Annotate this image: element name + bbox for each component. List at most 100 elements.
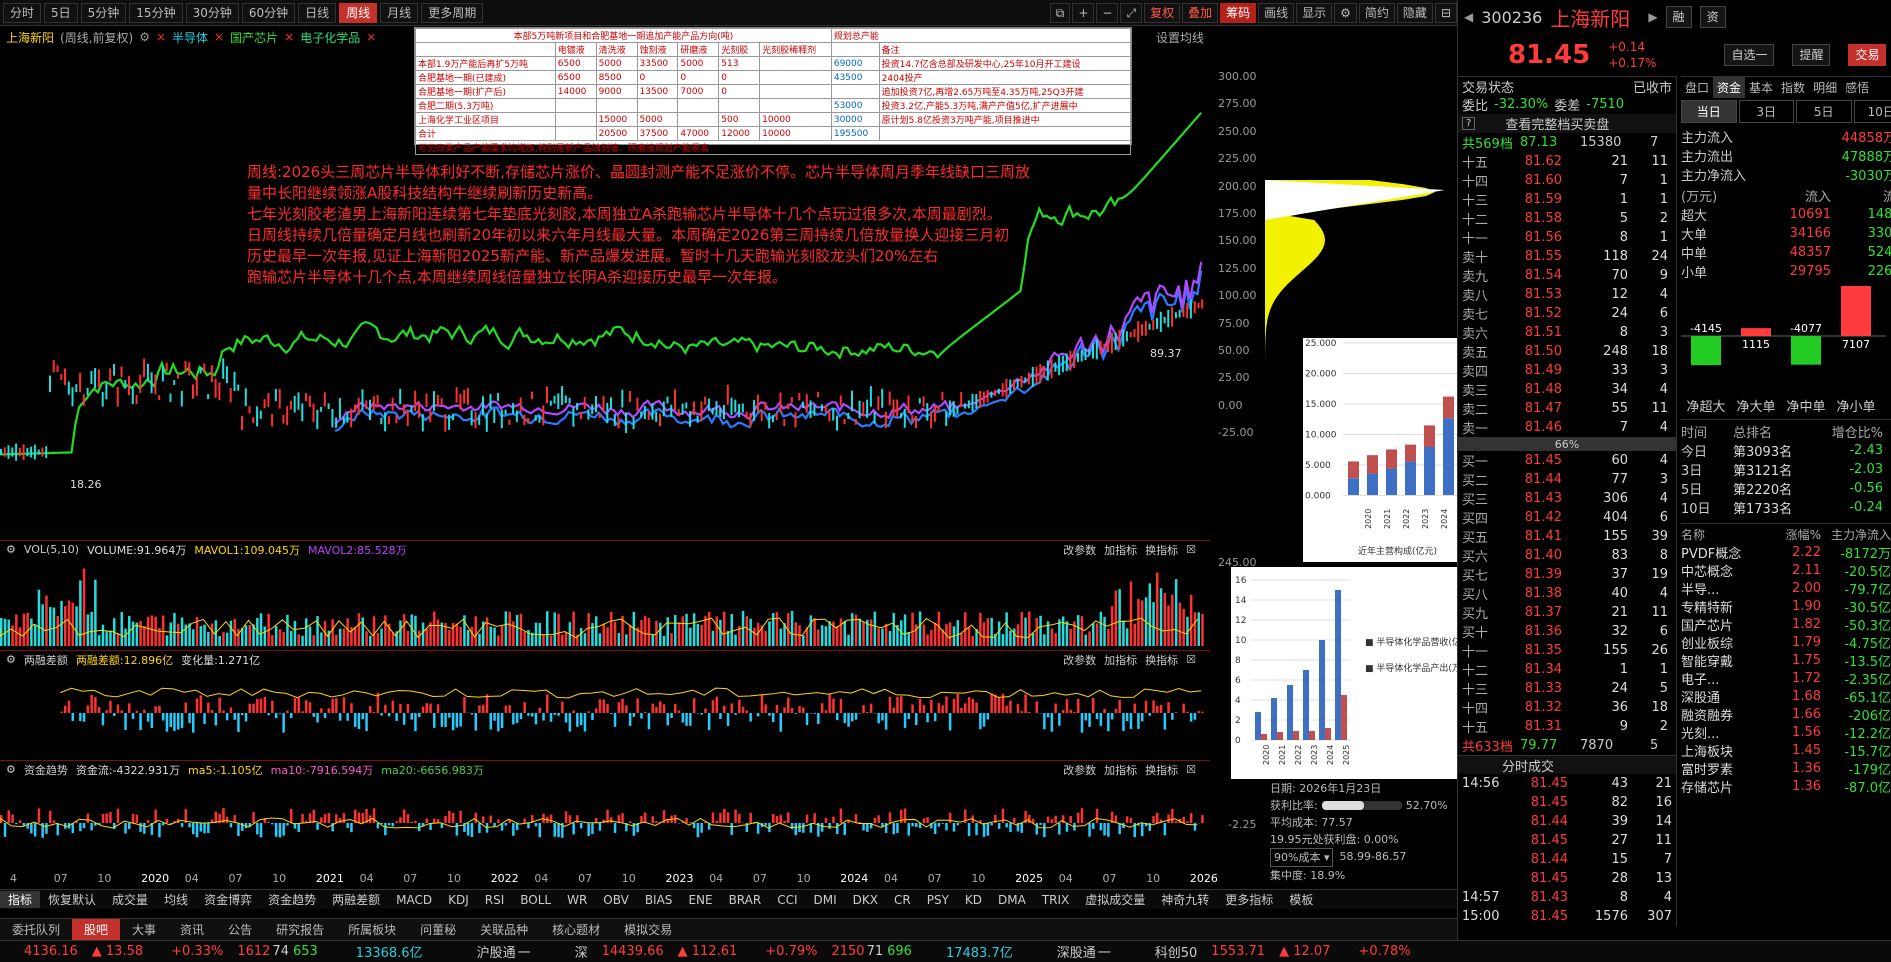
book-row[interactable]: 十五 81.62 21 11 xyxy=(1458,152,1676,171)
panel-btn-params[interactable]: 改参数 xyxy=(1063,542,1096,558)
sector-row[interactable]: 智能穿戴 1.75 -13.5亿 xyxy=(1681,651,1891,670)
indicator-tab[interactable]: KD xyxy=(957,893,990,907)
right-tab[interactable]: 基本 xyxy=(1745,77,1777,98)
period-4[interactable]: 30分钟 xyxy=(185,2,239,23)
sector-row[interactable]: 电子... 1.72 -2.35亿 xyxy=(1681,669,1891,688)
panel-btn-switch[interactable]: 换指标 xyxy=(1145,652,1178,668)
indicator-tab[interactable]: OBV xyxy=(595,893,637,907)
indicator-tab[interactable]: 指标 xyxy=(0,891,41,908)
simple-button[interactable]: 简约 xyxy=(1358,2,1395,23)
draw-button[interactable]: 画线 xyxy=(1258,2,1295,23)
close-icon[interactable]: × xyxy=(156,30,166,44)
bottom-tab[interactable]: 资讯 xyxy=(168,919,216,941)
book-row[interactable]: 十三 81.33 24 5 xyxy=(1458,679,1676,698)
book-row[interactable]: 买三 81.43 306 4 xyxy=(1458,489,1676,508)
period-2[interactable]: 5分钟 xyxy=(80,2,127,23)
indicator-tab[interactable]: CCI xyxy=(769,893,805,907)
day-tab[interactable]: 当日 xyxy=(1681,100,1737,123)
book-row[interactable]: 卖六 81.51 8 3 xyxy=(1458,323,1676,342)
day-tab[interactable]: 10日 xyxy=(1853,100,1891,123)
panel-btn-switch[interactable]: 换指标 xyxy=(1145,542,1178,558)
indicator-tab[interactable]: BOLL xyxy=(512,893,559,907)
right-tab[interactable]: 明细 xyxy=(1809,77,1841,98)
indicator-tab[interactable]: 恢复默认 xyxy=(40,891,104,908)
period-8[interactable]: 月线 xyxy=(380,2,419,23)
vol-settings-icon[interactable]: ⚙ xyxy=(6,543,16,556)
panel-btn-params[interactable]: 改参数 xyxy=(1063,652,1096,668)
book-row[interactable]: 买五 81.41 155 39 xyxy=(1458,527,1676,546)
overlay-button[interactable]: 叠加 xyxy=(1182,2,1219,23)
rz-settings-icon[interactable]: ⚙ xyxy=(6,653,16,666)
collapse-icon[interactable]: ⊟ xyxy=(1434,2,1457,23)
indicator-tab[interactable]: PSY xyxy=(919,893,957,907)
book-row[interactable]: 卖八 81.53 12 4 xyxy=(1458,285,1676,304)
bottom-tab[interactable]: 模拟交易 xyxy=(612,919,684,941)
book-row[interactable]: 买八 81.38 40 4 xyxy=(1458,584,1676,603)
zoom-out-icon[interactable]: − xyxy=(1096,2,1119,23)
next-icon[interactable]: ▶ xyxy=(1648,10,1657,24)
book-row[interactable]: 卖十 81.55 118 24 xyxy=(1458,247,1676,266)
bottom-tab[interactable]: 研究报告 xyxy=(264,919,336,941)
indicator-tab[interactable]: KDJ xyxy=(440,893,477,907)
right-tab[interactable]: 指数 xyxy=(1777,77,1809,98)
book-row[interactable]: 十二 81.58 5 2 xyxy=(1458,209,1676,228)
book-row[interactable]: 卖七 81.52 24 6 xyxy=(1458,304,1676,323)
period-7[interactable]: 周线 xyxy=(339,2,378,23)
prev-icon[interactable]: ◀ xyxy=(1464,10,1473,24)
period-6[interactable]: 日线 xyxy=(298,2,337,23)
close-icon[interactable]: × xyxy=(214,30,224,44)
book-row[interactable]: 十一 81.35 155 26 xyxy=(1458,641,1676,660)
panel-btn-add[interactable]: 加指标 xyxy=(1104,542,1137,558)
full-book-button[interactable]: 查看完整档买卖盘 xyxy=(1505,114,1609,133)
fq-button[interactable]: 复权 xyxy=(1144,2,1181,23)
indicator-tab[interactable]: ENE xyxy=(680,893,720,907)
book-row[interactable]: 十四 81.32 36 18 xyxy=(1458,698,1676,717)
sector-row[interactable]: 国产芯片 1.82 -50.3亿 xyxy=(1681,615,1891,634)
indicator-tab[interactable]: MACD xyxy=(388,893,440,907)
book-row[interactable]: 买二 81.44 77 3 xyxy=(1458,470,1676,489)
indicator-tab[interactable]: BRAR xyxy=(721,893,770,907)
chip-button[interactable]: 筹码 xyxy=(1220,2,1257,23)
indicator-tab[interactable]: 更多指标 xyxy=(1217,891,1281,908)
close-icon[interactable]: × xyxy=(366,30,376,44)
indicator-tab[interactable]: 虚拟成交量 xyxy=(1077,891,1153,908)
chip-select[interactable]: 90%成本 ▾ xyxy=(1270,848,1334,867)
concept-2[interactable]: 国产芯片 xyxy=(230,29,278,46)
zoom-in-icon[interactable]: + xyxy=(1072,2,1095,23)
bottom-tab[interactable]: 委托队列 xyxy=(0,919,72,941)
indicator-tab[interactable]: 资金博弈 xyxy=(196,891,260,908)
period-9[interactable]: 更多周期 xyxy=(421,2,484,23)
book-row[interactable]: 十一 81.56 8 1 xyxy=(1458,228,1676,247)
book-row[interactable]: 卖三 81.48 34 4 xyxy=(1458,380,1676,399)
watchlist-button[interactable]: 自选一 xyxy=(1724,44,1775,66)
sector-row[interactable]: 专精特新 1.90 -30.5亿 xyxy=(1681,597,1891,616)
indicator-tab[interactable]: BIAS xyxy=(637,893,681,907)
indicator-tab[interactable]: TRIX xyxy=(1034,893,1077,907)
indicator-tab[interactable]: DMA xyxy=(990,893,1034,907)
display-button[interactable]: 显示 xyxy=(1296,2,1333,23)
book-row[interactable]: 买四 81.42 404 6 xyxy=(1458,508,1676,527)
book-row[interactable]: 十三 81.59 1 1 xyxy=(1458,190,1676,209)
book-row[interactable]: 十五 81.31 9 2 xyxy=(1458,717,1676,736)
right-tab[interactable]: 盘口 xyxy=(1681,77,1713,98)
gear-icon[interactable]: ⚙ xyxy=(1334,2,1357,23)
indicator-tab[interactable]: 两融差额 xyxy=(324,891,388,908)
bottom-tab[interactable]: 核心题材 xyxy=(540,919,612,941)
book-row[interactable]: 卖九 81.54 70 9 xyxy=(1458,266,1676,285)
settings-icon[interactable]: ⚙ xyxy=(139,30,150,44)
period-1[interactable]: 5日 xyxy=(44,2,78,23)
bottom-tab[interactable]: 大事 xyxy=(120,919,168,941)
close-icon[interactable]: ☒ xyxy=(1186,543,1196,556)
sector-row[interactable]: 富时罗素 1.36 -179亿 xyxy=(1681,759,1891,778)
zj-settings-icon[interactable]: ⚙ xyxy=(6,763,16,776)
indicator-tab[interactable]: DMI xyxy=(806,893,845,907)
sector-row[interactable]: 深股通 1.68 -65.1亿 xyxy=(1681,687,1891,706)
book-row[interactable]: 卖一 81.46 7 4 xyxy=(1458,418,1676,437)
set-ma-button[interactable]: 设置均线 xyxy=(1156,29,1204,46)
period-5[interactable]: 60分钟 xyxy=(241,2,296,23)
sector-row[interactable]: 存储芯片 1.36 -87.0亿 xyxy=(1681,777,1891,796)
panel-btn-switch[interactable]: 换指标 xyxy=(1145,762,1178,778)
panel-btn-params[interactable]: 改参数 xyxy=(1063,762,1096,778)
hide-button[interactable]: 隐藏 xyxy=(1396,2,1433,23)
book-row[interactable]: 卖二 81.47 55 11 xyxy=(1458,399,1676,418)
